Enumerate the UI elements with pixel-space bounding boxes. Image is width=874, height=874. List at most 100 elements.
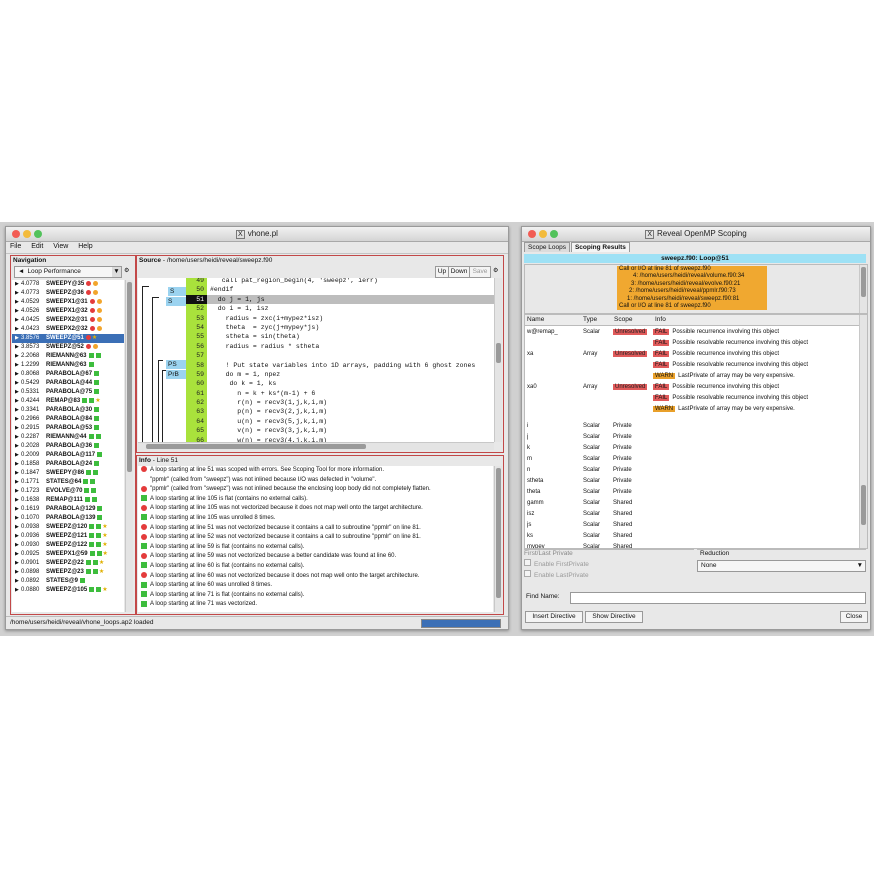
loop-list-item[interactable]: ▶ 0.0925 SWEEPX1@59 ★	[12, 550, 124, 559]
insert-directive-button[interactable]: Insert Directive	[525, 611, 583, 623]
var-scope[interactable]: Shared	[613, 511, 632, 517]
info-message[interactable]: A loop starting at line 51 was scoped wi…	[141, 466, 493, 476]
down-button[interactable]: Down	[448, 266, 470, 278]
code-line[interactable]: 60 do k = 1, ks	[186, 379, 494, 389]
var-scope[interactable]: Private	[613, 445, 632, 451]
var-scope[interactable]: Shared	[613, 522, 632, 528]
call-tree-item[interactable]: Call or I/O at line 81 of sweepz.f90	[617, 266, 767, 273]
loop-list-scrollbar[interactable]	[125, 280, 133, 612]
gear-icon[interactable]: ⚙	[493, 267, 498, 274]
call-tree-item[interactable]: 3: /home/users/heidi/reveal/evolve.f90:2…	[617, 281, 767, 288]
code-line[interactable]: 61 n = k + ks*(m-1) + 6	[186, 388, 494, 399]
column-info[interactable]: Info	[655, 315, 666, 325]
info-scrollbar[interactable]	[494, 466, 502, 612]
info-message[interactable]: A loop starting at line 60 was unrolled …	[141, 581, 493, 591]
loop-list-item[interactable]: ▶ 4.0778 SWEEPY@35	[12, 280, 124, 289]
info-message[interactable]: A loop starting at line 52 was not vecto…	[141, 533, 493, 543]
loop-list-item[interactable]: ▶ 0.0930 SWEEPZ@122 ★	[12, 541, 124, 550]
loop-list-item[interactable]: ▶ 4.0423 SWEEPX2@32	[12, 325, 124, 334]
code-line[interactable]: 51 do j = 1, js	[186, 294, 494, 305]
column-type[interactable]: Type	[583, 315, 597, 325]
main-titlebar[interactable]: Xvhone.pl	[6, 227, 508, 242]
table-row[interactable]: ks Scalar Shared	[525, 531, 860, 542]
loop-list-item[interactable]: ▶ 2.2068 RIEMANN@63	[12, 352, 124, 361]
call-tree-item[interactable]: 2: /home/users/heidi/reveal/ppmlr.f90:73	[617, 288, 767, 295]
gear-icon[interactable]: ⚙	[124, 267, 129, 274]
loop-list-scroll-thumb[interactable]	[127, 282, 132, 472]
gutter-tag[interactable]: S	[168, 287, 188, 296]
code-line[interactable]: 55 stheta = sin(theta)	[186, 332, 494, 342]
loop-list-item[interactable]: ▶ 0.1638 REMAP@111	[12, 496, 124, 505]
code-line[interactable]: 59 do m = 1, npez	[186, 369, 494, 380]
table-row[interactable]: isz Scalar Shared	[525, 509, 860, 520]
loop-list-item[interactable]: ▶ 3.8573 SWEEPZ@52	[12, 343, 124, 352]
table-row[interactable]: k Scalar Private	[525, 443, 860, 454]
menu-file[interactable]: File	[6, 242, 25, 250]
var-scope[interactable]: Private	[613, 478, 632, 484]
tab-scoping-results[interactable]: Scoping Results	[570, 242, 630, 252]
code-line[interactable]: 49 call pat_region_begin(4, 'sweepz', ie…	[186, 278, 494, 286]
var-scope[interactable]: Shared	[613, 500, 632, 506]
loop-list-item[interactable]: ▶ 0.8068 PARABOLA@67	[12, 370, 124, 379]
code-line[interactable]: 54 theta = zyc(j+mypey*js)	[186, 322, 494, 333]
menu-view[interactable]: View	[49, 242, 72, 250]
loop-list-item[interactable]: ▶ 0.1723 EVOLVE@70	[12, 487, 124, 496]
table-row[interactable]: w@remap_ Scalar Unresolved FAIL Possible rec…	[525, 327, 860, 349]
info-message[interactable]: A loop starting at line 105 is flat (con…	[141, 495, 493, 505]
call-tree-item[interactable]: 1: /home/users/heidi/reveal/sweepz.f90:8…	[617, 296, 767, 303]
menu-edit[interactable]: Edit	[27, 242, 47, 250]
loop-list-item[interactable]: ▶ 0.0898 SWEEPZ@23 ★	[12, 568, 124, 577]
loop-list-item[interactable]: ▶ 0.1847 SWEEPY@86	[12, 469, 124, 478]
loop-list-item[interactable]: ▶ 4.0773 SWEEPZ@36	[12, 289, 124, 298]
source-hscrollbar[interactable]	[138, 442, 494, 450]
gutter-tag[interactable]: PrB	[166, 370, 188, 379]
results-scrollbar[interactable]	[859, 315, 867, 548]
gutter-tag[interactable]: S	[166, 297, 188, 306]
code-line[interactable]: 52 do i = 1, isz	[186, 304, 494, 314]
loop-list-item[interactable]: ▶ 0.0936 SWEEPZ@121 ★	[12, 532, 124, 541]
checkbox[interactable]	[524, 559, 531, 566]
code-line[interactable]: 63 p(n) = recv3(2,j,k,i,m)	[186, 407, 494, 417]
reduction-select[interactable]: None ▼	[697, 560, 866, 572]
var-scope[interactable]: Private	[613, 434, 632, 440]
loop-list-item[interactable]: ▶ 0.0892 STATES@9	[12, 577, 124, 586]
source-hscroll-thumb[interactable]	[146, 444, 366, 449]
info-message[interactable]: A loop starting at line 105 was not vect…	[141, 504, 493, 514]
table-row[interactable]: mypey Scalar Shared	[525, 542, 860, 548]
close-button[interactable]: Close	[840, 611, 868, 623]
loop-list-item[interactable]: ▶ 0.5429 PARABOLA@44	[12, 379, 124, 388]
code-line[interactable]: 64 u(n) = recv3(5,j,k,i,m)	[186, 416, 494, 427]
table-row[interactable]: j Scalar Private	[525, 432, 860, 443]
table-row[interactable]: js Scalar Shared	[525, 520, 860, 531]
loop-list-item[interactable]: ▶ 0.1070 PARABOLA@139	[12, 514, 124, 523]
column-name[interactable]: Name	[527, 315, 544, 325]
info-message[interactable]: "ppmlr" (called from "sweepz") was not i…	[141, 476, 493, 486]
loop-list-item[interactable]: ▶ 0.2915 PARABOLA@53	[12, 424, 124, 433]
code-line[interactable]: 57	[186, 351, 494, 361]
loop-list-item[interactable]: ▶ 0.4244 REMAP@83 ★	[12, 397, 124, 406]
info-scroll-thumb[interactable]	[496, 468, 501, 598]
source-scrollbar[interactable]	[494, 278, 502, 442]
var-scope[interactable]: Unresolved	[613, 329, 648, 335]
call-tree-item[interactable]: 4: /home/users/heidi/reveal/volume.f90:3…	[617, 273, 767, 280]
loop-list-item[interactable]: ▶ 0.0901 SWEEPZ@22 ★	[12, 559, 124, 568]
results-scroll-thumb[interactable]	[861, 485, 866, 525]
loop-list-item[interactable]: ▶ 0.2287 RIEMANN@44	[12, 433, 124, 442]
up-button[interactable]: Up	[435, 266, 449, 278]
tab-scope-loops[interactable]: Scope Loops	[524, 242, 570, 252]
loop-performance-dropdown[interactable]: ◄ Loop Performance ▼	[14, 266, 122, 278]
code-line[interactable]: 56 radius = radius * stheta	[186, 341, 494, 352]
call-tree-scrollbar[interactable]	[859, 265, 867, 313]
loop-list-item[interactable]: ▶ 3.8576 SWEEPZ@51 ★	[12, 334, 124, 343]
loop-list-item[interactable]: ▶ 0.3341 PARABOLA@30	[12, 406, 124, 415]
source-scroll-thumb[interactable]	[496, 343, 501, 363]
var-scope[interactable]: Shared	[613, 533, 632, 539]
code-line[interactable]: 62 r(n) = recv3(1,j,k,i,m)	[186, 398, 494, 408]
code-line[interactable]: 53 radius = zxc(i+mypez*isz)	[186, 313, 494, 323]
info-message[interactable]: "ppmlr" (called from "sweepz") was not i…	[141, 485, 493, 495]
table-row[interactable]: theta Scalar Private	[525, 487, 860, 498]
loop-list-item[interactable]: ▶ 0.5331 PARABOLA@75	[12, 388, 124, 397]
info-message[interactable]: A loop starting at line 59 was not vecto…	[141, 552, 493, 562]
info-message[interactable]: A loop starting at line 59 is flat (cont…	[141, 543, 493, 553]
code-line[interactable]: 50 #endif	[186, 285, 494, 295]
